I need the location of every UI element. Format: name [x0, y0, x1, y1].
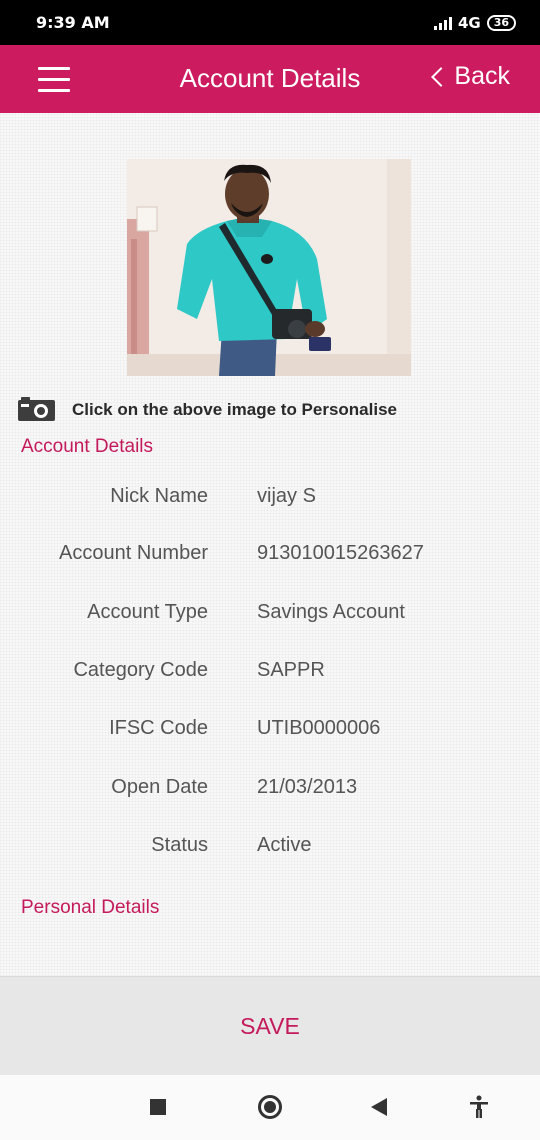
detail-value: Active: [257, 834, 312, 856]
detail-value: SAPPR: [257, 659, 325, 681]
detail-row-category-code: Category Code SAPPR: [0, 659, 540, 689]
detail-value: 21/03/2013: [257, 776, 358, 798]
battery-level: 36: [493, 15, 509, 29]
accessibility-icon[interactable]: [468, 1095, 490, 1119]
save-bar: SAVE: [0, 976, 540, 1075]
profile-photo[interactable]: [127, 159, 411, 376]
detail-row-nick-name: Nick Name vijay S: [0, 485, 540, 515]
detail-row-open-date: Open Date 21/03/2013: [0, 776, 540, 806]
detail-value: UTIB0000006: [257, 717, 381, 739]
detail-label: Category Code: [73, 659, 208, 681]
detail-row-ifsc-code: IFSC Code UTIB0000006: [0, 717, 540, 747]
personalise-text: Click on the above image to Personalise: [72, 399, 397, 419]
detail-value: Savings Account: [257, 601, 405, 623]
detail-value: vijay S: [257, 485, 316, 507]
detail-label: IFSC Code: [109, 717, 208, 739]
section-title-personal-details[interactable]: Personal Details: [21, 897, 159, 919]
detail-row-account-number: Account Number 913010015263627: [0, 542, 540, 572]
status-indicators: 4G 36: [433, 13, 516, 32]
detail-row-account-type: Account Type Savings Account: [0, 601, 540, 631]
signal-icon: [433, 16, 452, 30]
recent-apps-icon[interactable]: [150, 1099, 166, 1115]
app-header: Account Details Back: [0, 45, 540, 113]
battery-icon: 36: [486, 14, 516, 31]
account-details-content: Click on the above image to Personalise …: [0, 113, 540, 976]
system-nav-bar: [0, 1075, 540, 1140]
detail-label: Open Date: [111, 776, 208, 798]
chevron-left-icon: [431, 67, 452, 87]
detail-label: Nick Name: [110, 485, 208, 507]
section-title-account-details: Account Details: [21, 436, 154, 457]
detail-label: Account Type: [87, 601, 208, 623]
back-label: Back: [454, 62, 510, 90]
camera-icon: [18, 397, 55, 421]
profile-photo-image: [127, 159, 411, 376]
network-type: 4G: [457, 13, 481, 32]
detail-value: 913010015263627: [257, 542, 424, 564]
status-bar: 9:39 AM 4G 36: [0, 0, 540, 45]
back-triangle-icon[interactable]: [371, 1098, 387, 1116]
detail-label: Status: [151, 834, 208, 856]
personalise-hint[interactable]: Click on the above image to Personalise: [17, 397, 397, 422]
detail-row-status: Status Active: [0, 834, 540, 864]
back-button[interactable]: Back: [431, 62, 510, 91]
home-icon[interactable]: [258, 1095, 282, 1119]
status-time: 9:39 AM: [36, 13, 110, 32]
save-button[interactable]: SAVE: [240, 1013, 300, 1040]
detail-label: Account Number: [59, 542, 208, 564]
